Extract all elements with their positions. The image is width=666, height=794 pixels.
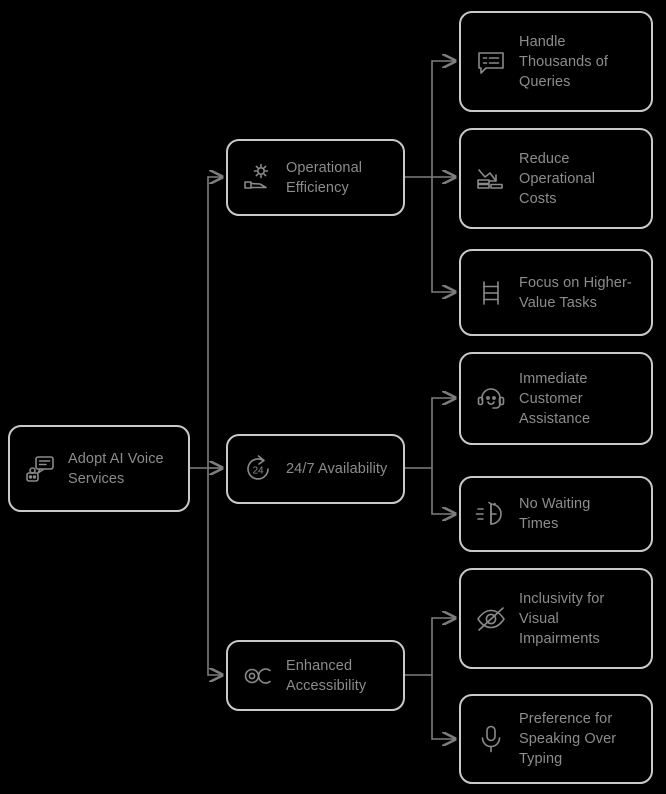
cost-decrease-icon: [475, 163, 507, 195]
edge-oe-to-higher-value-tasks: [431, 177, 455, 292]
edge-ac-to-inclusivity: [431, 618, 455, 675]
edge-root-to-accessibility: [207, 468, 222, 675]
twenty-four-hours-icon: 24: [242, 453, 274, 485]
node-label: Reduce Operational Costs: [519, 150, 596, 207]
node-preference-for-speaking-over-typing[interactable]: Preference for Speaking Over Typing: [459, 694, 653, 784]
robot-chat-icon: [24, 453, 56, 485]
node-handle-thousands-of-queries[interactable]: Handle Thousands of Queries: [459, 11, 653, 112]
node-reduce-operational-costs[interactable]: Reduce Operational Costs: [459, 128, 653, 229]
node-label: Inclusivity for Visual Impairments: [519, 590, 605, 647]
edge-oe-to-handle-queries: [431, 61, 455, 177]
node-adopt-ai-voice-services[interactable]: Adopt AI Voice Services: [8, 425, 190, 512]
node-immediate-customer-assistance[interactable]: Immediate Customer Assistance: [459, 352, 653, 445]
node-label: Enhanced Accessibility: [286, 657, 367, 694]
node-inclusivity-for-visual-impairments[interactable]: Inclusivity for Visual Impairments: [459, 568, 653, 669]
edge-av-to-no-waiting: [431, 468, 455, 514]
node-24-7-availability[interactable]: 24 24/7 Availability: [226, 434, 405, 504]
node-label: Preference for Speaking Over Typing: [519, 711, 617, 767]
chat-message-icon: [475, 46, 507, 78]
node-label: No Waiting Times: [519, 496, 591, 532]
accessibility-icon: [242, 660, 274, 692]
edge-av-to-immediate-assistance: [431, 398, 455, 468]
eye-off-icon: [475, 603, 507, 635]
node-operational-efficiency[interactable]: Operational Efficiency: [226, 139, 405, 216]
node-label: 24/7 Availability: [286, 461, 388, 477]
node-focus-on-higher-value-tasks[interactable]: Focus on Higher- Value Tasks: [459, 249, 653, 336]
edge-root-to-operational-efficiency: [207, 177, 222, 468]
node-label: Handle Thousands of Queries: [519, 33, 609, 90]
node-no-waiting-times[interactable]: No Waiting Times: [459, 476, 653, 552]
node-label: Immediate Customer Assistance: [519, 370, 591, 427]
node-label: Adopt AI Voice Services: [68, 450, 164, 487]
edge-ac-to-speaking-preference: [431, 675, 455, 739]
microphone-icon: [475, 723, 507, 755]
gear-hand-icon: [242, 162, 274, 194]
node-label: Operational Efficiency: [286, 159, 363, 196]
fast-clock-icon: [475, 498, 507, 530]
svg-text:24: 24: [252, 466, 264, 477]
mindmap-diagram: Adopt AI Voice Services Operational Effi…: [0, 0, 666, 794]
node-label: Focus on Higher- Value Tasks: [519, 274, 632, 311]
headset-support-icon: [475, 383, 507, 415]
node-enhanced-accessibility[interactable]: Enhanced Accessibility: [226, 640, 405, 711]
ladder-icon: [475, 277, 507, 309]
